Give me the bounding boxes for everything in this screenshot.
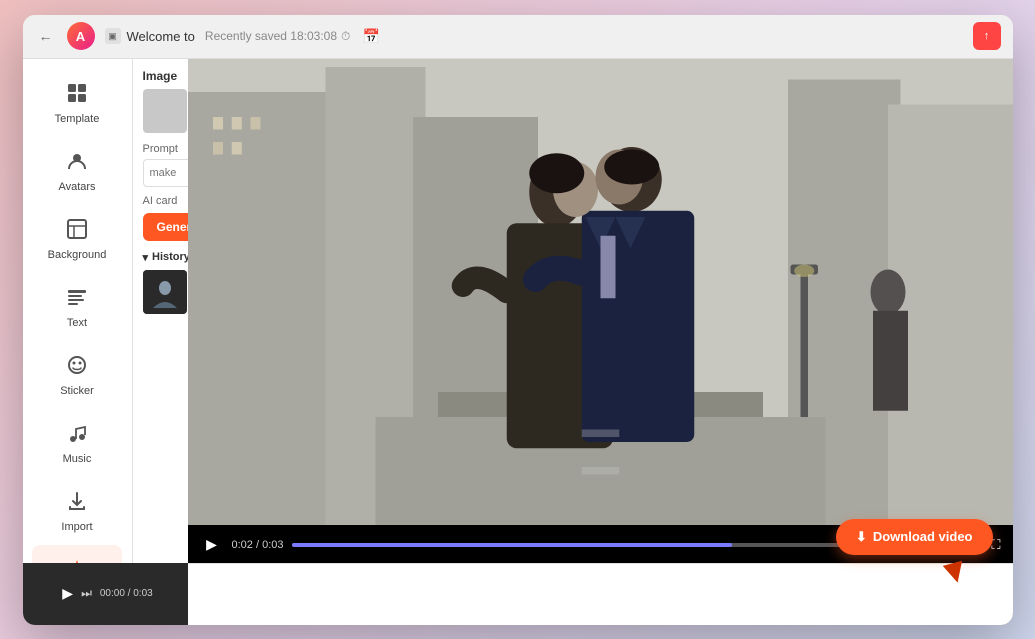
video-time: 0:02 / 0:03 xyxy=(232,539,284,551)
sticker-icon xyxy=(61,349,93,381)
sidebar-label-music: Music xyxy=(63,453,92,465)
save-status: Recently saved 18:03:08 ⏱ xyxy=(205,29,350,44)
sidebar-item-import[interactable]: Import xyxy=(32,477,122,541)
sidebar-label-avatars: Avatars xyxy=(58,181,95,193)
title-text: Welcome to xyxy=(127,29,195,44)
template-icon xyxy=(61,77,93,109)
download-button-area: ⬇ Download video xyxy=(836,519,993,555)
sidebar-item-template[interactable]: Template xyxy=(32,69,122,133)
import-icon xyxy=(61,485,93,517)
sidebar-label-import: Import xyxy=(61,521,92,533)
export-button[interactable]: ↑ xyxy=(973,22,1001,50)
sidebar-label-template: Template xyxy=(55,113,100,125)
sidebar-item-sticker[interactable]: Sticker xyxy=(32,341,122,405)
sidebar-label-text: Text xyxy=(67,317,87,329)
video-overlay: ▶ 0:02 / 0:03 🔊 ⛶ xyxy=(188,59,1013,565)
sidebar: Template Avatars xyxy=(23,59,133,625)
sidebar-label-background: Background xyxy=(48,249,107,261)
avatars-icon xyxy=(61,145,93,177)
sidebar-item-avatars[interactable]: Avatars xyxy=(32,137,122,201)
sidebar-label-sticker: Sticker xyxy=(60,385,94,397)
back-button[interactable]: ← xyxy=(35,25,57,47)
sidebar-item-background[interactable]: Background xyxy=(32,205,122,269)
timeline-skip-end[interactable]: ⏭ xyxy=(81,586,92,601)
download-label: Download video xyxy=(873,529,973,544)
play-button[interactable]: ▶ xyxy=(200,533,224,557)
calendar-icon[interactable]: 📅 xyxy=(360,25,382,47)
background-icon xyxy=(61,213,93,245)
video-area xyxy=(188,59,1013,525)
doc-icon: ▣ xyxy=(105,28,121,44)
music-icon xyxy=(61,417,93,449)
main-content: Template Avatars xyxy=(23,59,1013,625)
sidebar-item-text[interactable]: Text xyxy=(32,273,122,337)
download-icon: ⬇ xyxy=(856,529,867,545)
white-panel xyxy=(188,563,1013,625)
timeline-time: 00:00 / 0:03 xyxy=(100,588,153,599)
progress-fill xyxy=(292,543,733,547)
history-thumb-1[interactable] xyxy=(143,270,187,314)
fullscreen-icon[interactable]: ⛶ xyxy=(991,537,1000,553)
video-frame xyxy=(188,59,1013,525)
history-label: History xyxy=(152,251,190,263)
title-bar: ← A ▣ Welcome to Recently saved 18:03:08… xyxy=(23,15,1013,59)
timeline-play-button[interactable]: ▶ xyxy=(62,585,73,602)
chevron-down-icon: ▾ xyxy=(143,251,149,264)
download-video-button[interactable]: ⬇ Download video xyxy=(836,519,993,555)
app-logo: A xyxy=(67,22,95,50)
timeline-controls: ▶ ⏭ 00:00 / 0:03 xyxy=(23,585,193,602)
app-window: ← A ▣ Welcome to Recently saved 18:03:08… xyxy=(23,15,1013,625)
text-icon xyxy=(61,281,93,313)
document-title: ▣ Welcome to xyxy=(105,28,195,44)
cursor-arrow xyxy=(942,560,966,584)
clock-icon: ⏱ xyxy=(341,29,350,44)
save-text: Recently saved 18:03:08 xyxy=(205,29,337,43)
image-thumb-1[interactable] xyxy=(143,89,187,133)
sidebar-item-music[interactable]: Music xyxy=(32,409,122,473)
